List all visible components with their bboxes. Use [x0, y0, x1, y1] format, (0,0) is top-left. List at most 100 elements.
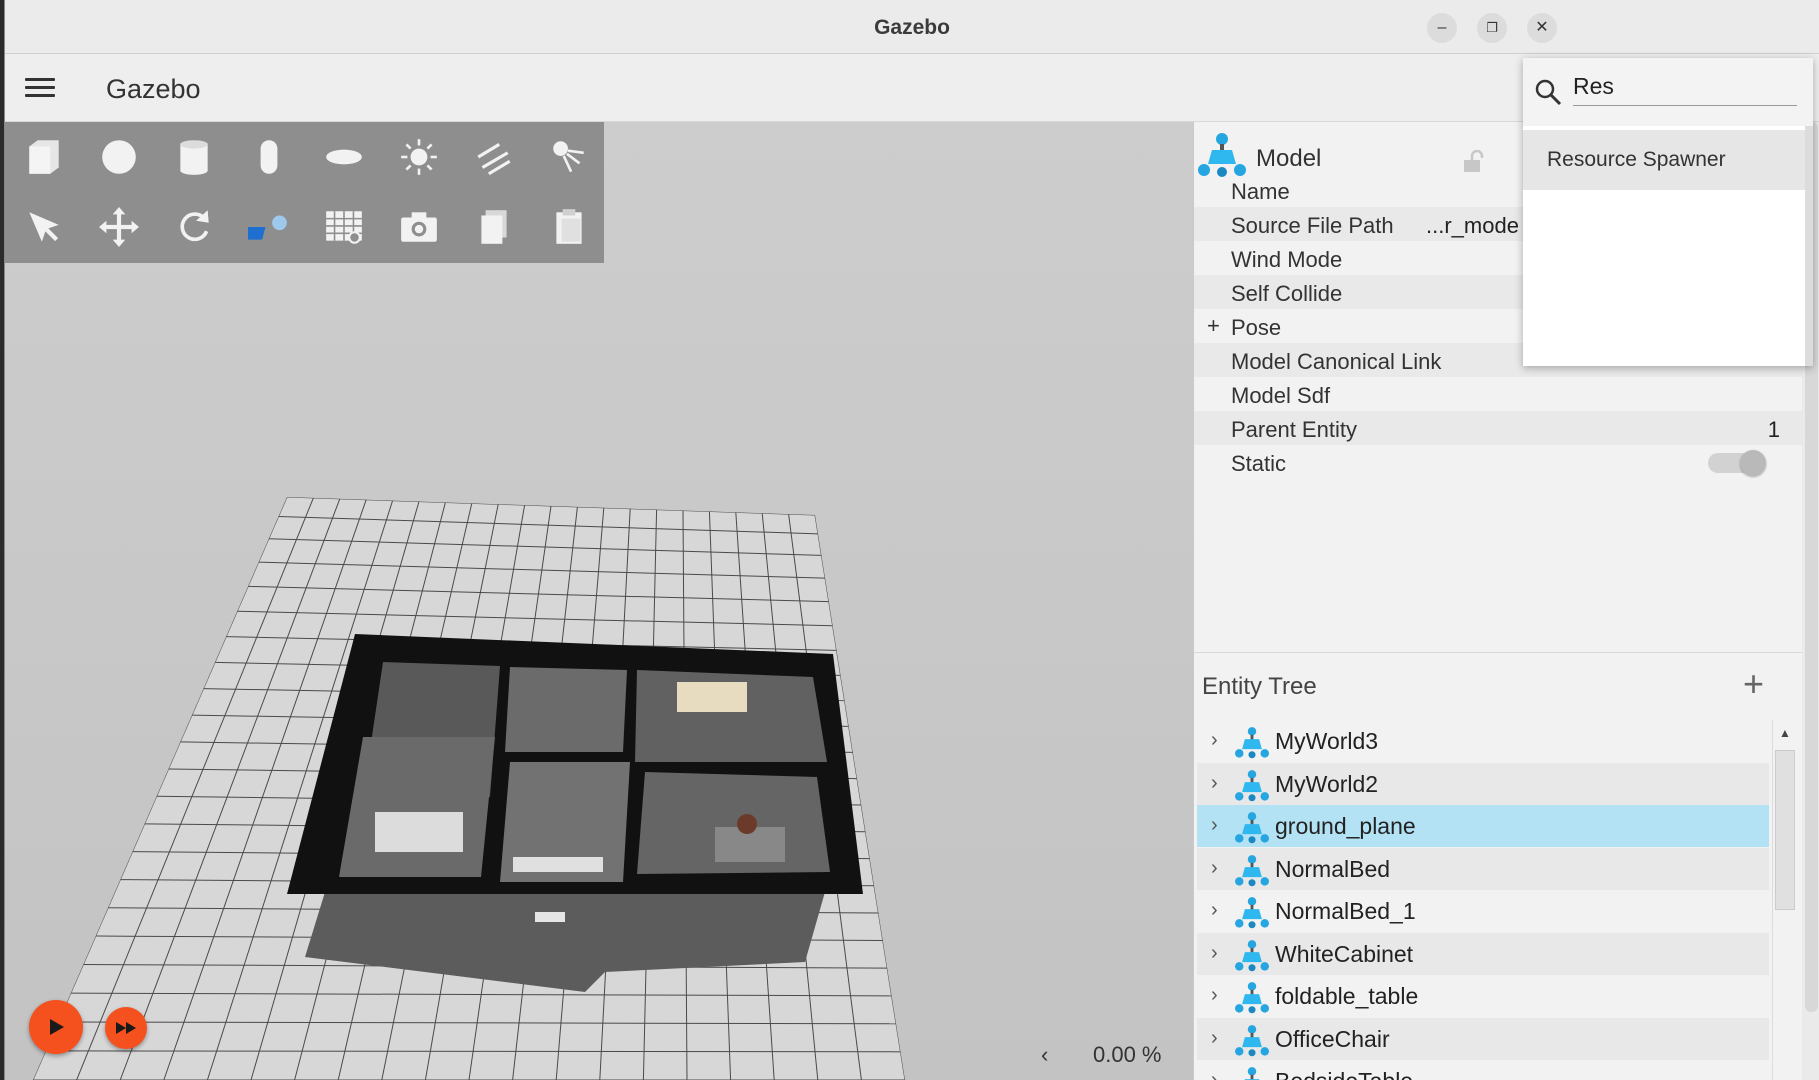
dining-table — [375, 812, 463, 852]
property-key: Pose — [1231, 315, 1282, 340]
chevron-right-icon[interactable]: › — [1211, 899, 1218, 922]
play-icon — [50, 1019, 64, 1035]
bed — [677, 682, 747, 712]
model-icon — [1233, 895, 1271, 935]
property-value: ...r_mode — [1426, 213, 1519, 238]
chevron-right-icon[interactable]: › — [1211, 772, 1218, 795]
gazebo-window: Gazebo – ❐ ✕ Gazebo ‹ 0.00 % Model Name … — [4, 0, 1819, 1080]
chevron-right-icon[interactable]: › — [1211, 729, 1218, 752]
add-entity-button[interactable]: + — [1743, 663, 1764, 705]
property-key: Model Sdf — [1231, 383, 1331, 408]
static-toggle[interactable] — [1708, 450, 1766, 476]
property-key: Static — [1231, 451, 1287, 476]
counter — [513, 857, 603, 872]
paste-icon[interactable] — [539, 198, 599, 256]
sphere-icon[interactable] — [89, 128, 149, 186]
expand-pose-icon[interactable]: + — [1207, 313, 1220, 339]
entity-tree-item[interactable]: › BedsideTable — [1197, 1060, 1769, 1080]
entity-tree-item[interactable]: › NormalBed_1 — [1197, 890, 1769, 932]
entity-tree-item[interactable]: › MyWorld3 — [1197, 720, 1769, 762]
directional-light-icon[interactable] — [464, 128, 524, 186]
world-scene[interactable] — [5, 122, 1193, 1080]
cylinder-icon[interactable] — [164, 128, 224, 186]
real-time-factor: 0.00 % — [1093, 1042, 1162, 1067]
entity-tree-title: Entity Tree — [1202, 673, 1317, 700]
spot-light-icon[interactable] — [539, 128, 599, 186]
component-type-label: Model — [1256, 145, 1322, 172]
property-key: Self Collide — [1231, 281, 1343, 306]
fast-forward-icon — [116, 1022, 136, 1034]
search-result-label: Resource Spawner — [1547, 148, 1726, 171]
step-button[interactable] — [105, 1007, 147, 1049]
scene-viewport[interactable]: ‹ 0.00 % — [5, 122, 1193, 1080]
title-bar: Gazebo – ❐ ✕ — [5, 0, 1819, 54]
ellipsoid-icon[interactable] — [314, 128, 374, 186]
entity-name: OfficeChair — [1275, 1025, 1390, 1052]
joint-icon[interactable] — [239, 198, 299, 256]
chevron-right-icon[interactable]: › — [1211, 942, 1218, 965]
stats-expand-icon[interactable]: ‹ — [1041, 1042, 1048, 1068]
unlock-icon[interactable] — [1462, 150, 1484, 174]
entity-tree-item[interactable]: › MyWorld2 — [1197, 762, 1769, 808]
model-icon — [1233, 853, 1271, 893]
entity-tree-item[interactable]: › OfficeChair — [1197, 1017, 1769, 1060]
capsule-icon[interactable] — [239, 128, 299, 186]
entity-name: ground_plane — [1275, 813, 1416, 839]
entity-name: WhiteCabinet — [1275, 940, 1414, 967]
search-bar — [1523, 58, 1813, 126]
property-row[interactable]: Parent Entity 1 — [1194, 411, 1819, 445]
property-key: Name — [1231, 179, 1290, 204]
model-icon — [1198, 133, 1246, 177]
menu-icon[interactable] — [25, 78, 55, 98]
entity-name: NormalBed — [1275, 855, 1391, 882]
select-icon[interactable] — [14, 198, 74, 256]
point-light-icon[interactable] — [389, 128, 449, 186]
translate-icon[interactable] — [89, 198, 149, 256]
property-key: Parent Entity — [1231, 417, 1357, 442]
property-row[interactable]: Model Sdf — [1194, 377, 1819, 411]
chevron-right-icon[interactable]: › — [1211, 1027, 1218, 1050]
entity-name: foldable_table — [1275, 983, 1419, 1009]
entity-tree-scrollbar[interactable]: ▲ — [1772, 720, 1796, 1080]
model-icon — [1233, 768, 1271, 808]
copy-icon[interactable] — [464, 198, 524, 256]
scroll-up-icon[interactable]: ▲ — [1779, 726, 1791, 740]
model-icon — [1233, 810, 1271, 850]
scrollbar-thumb[interactable] — [1775, 750, 1795, 910]
search-input[interactable] — [1573, 68, 1797, 106]
plugin-search-popup: Resource Spawner — [1523, 58, 1813, 366]
box-icon[interactable] — [14, 128, 74, 186]
chevron-right-icon[interactable]: › — [1211, 814, 1218, 837]
grid-config-icon[interactable] — [314, 198, 374, 256]
search-icon — [1535, 79, 1562, 106]
chevron-right-icon[interactable]: › — [1211, 984, 1218, 1007]
entity-name: MyWorld3 — [1275, 728, 1379, 754]
model-icon — [1233, 938, 1271, 978]
property-key: Source File Path — [1231, 213, 1394, 238]
model-icon — [1233, 725, 1271, 765]
model-icon — [1233, 1065, 1271, 1080]
app-title: Gazebo — [106, 74, 201, 104]
maximize-button[interactable]: ❐ — [1477, 13, 1507, 43]
search-popup-scrollbar[interactable] — [1805, 126, 1813, 366]
search-result-item[interactable]: Resource Spawner — [1523, 130, 1813, 190]
property-row[interactable]: Static — [1194, 445, 1819, 479]
minimize-button[interactable]: – — [1427, 13, 1457, 43]
entity-name: MyWorld2 — [1275, 770, 1379, 797]
entity-tree-item[interactable]: › NormalBed — [1197, 847, 1769, 893]
property-key: Wind Mode — [1231, 247, 1343, 272]
entity-name: BedsideTable — [1275, 1068, 1413, 1080]
entity-name: NormalBed_1 — [1275, 898, 1416, 924]
chevron-right-icon[interactable]: › — [1211, 1069, 1218, 1080]
entity-tree-item[interactable]: › WhiteCabinet — [1197, 932, 1769, 978]
entity-tree-header: Entity Tree + — [1194, 652, 1819, 712]
rotate-icon[interactable] — [164, 198, 224, 256]
close-button[interactable]: ✕ — [1527, 13, 1557, 43]
chevron-right-icon[interactable]: › — [1211, 857, 1218, 880]
property-key: Model Canonical Link — [1231, 349, 1442, 374]
screenshot-icon[interactable] — [389, 198, 449, 256]
shapes-toolbar — [5, 122, 604, 263]
play-button[interactable] — [29, 1000, 83, 1054]
entity-tree-item[interactable]: › ground_plane — [1197, 805, 1769, 847]
entity-tree-item[interactable]: › foldable_table — [1197, 975, 1769, 1017]
